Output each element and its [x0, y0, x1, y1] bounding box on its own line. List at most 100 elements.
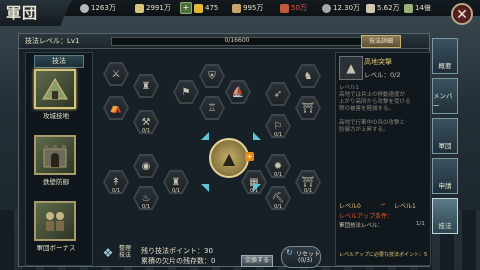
horse-icon — [366, 3, 375, 13]
requirement-label: 軍団技法レベル： — [339, 223, 384, 229]
skill-tree: ⚔ ♜ ⛺ ⚒ 0/1 ⚑ ⛨ ♖ ⛵ ➶ ♞ ⛩ ⚐ 0/1 ◉ ↟ 0/1 ♨ 0/… — [95, 52, 335, 248]
drum-icon: ◉ — [135, 156, 157, 176]
resource-gear: 12.30万 — [322, 2, 360, 14]
skill-node[interactable]: ✹ 0/1 — [265, 154, 291, 178]
skill-node[interactable]: ⛏ 0/1 — [265, 186, 291, 210]
points-needed: レベルアップに必要な技法ポイント：5 — [339, 252, 428, 258]
resource-gold: + 475 — [180, 2, 218, 14]
category-item-bonus[interactable]: 軍団ボーナス — [34, 201, 78, 252]
organize-skill-label: 整理 技法 — [119, 245, 132, 259]
category-name: 攻城技地 — [43, 112, 69, 120]
skill-node[interactable]: ♖ — [199, 96, 225, 120]
sword-icon: ⚔ — [105, 64, 127, 84]
skill-node[interactable]: ♞ — [295, 64, 321, 88]
skill-detail-panel: ▲ 高地突撃 レベル：0/2 レベル1 高地では兵士の移動速度が 上がり高所から… — [335, 52, 431, 266]
selected-skill-node[interactable]: ▲ — [209, 138, 249, 178]
levelup-condition-label: レベルアップ条件： — [339, 213, 394, 220]
rice-bag-icon — [135, 3, 144, 13]
resource-value: 12.30万 — [333, 4, 361, 12]
resource-value: 2991万 — [146, 4, 171, 12]
gold-ingot-icon — [194, 3, 203, 13]
resource-value: 14億 — [415, 4, 431, 12]
horse-icon: ♞ — [297, 66, 319, 86]
side-tab-bar: 概要 メンバー 軍団 申請 技法 — [432, 38, 460, 238]
add-gold-button[interactable]: + — [180, 2, 192, 14]
resource-value: 995万 — [243, 4, 264, 12]
exchange-button[interactable]: 交換する — [241, 255, 273, 267]
add-point-button[interactable]: + — [245, 152, 254, 161]
resource-leaf: 14億 — [404, 2, 431, 14]
node-count: 0/1 — [141, 128, 151, 134]
resource-soldiers: 50万 — [280, 2, 307, 14]
skill-node[interactable]: ♜ 0/1 — [163, 170, 189, 194]
fortress-icon: ♖ — [201, 98, 223, 118]
node-count: 0/1 — [273, 172, 283, 178]
detail-level-to: レベル1 — [394, 203, 416, 210]
skill-node[interactable]: ⛩ — [295, 96, 321, 120]
skill-node[interactable]: ⚒ 0/1 — [133, 110, 159, 134]
node-count: 0/1 — [171, 188, 181, 194]
node-count: 0/1 — [303, 188, 313, 194]
detail-level-from: レベル0 — [339, 203, 361, 210]
resource-wine: 995万 — [232, 2, 263, 14]
skill-node[interactable]: ⛨ — [199, 64, 225, 88]
skill-node[interactable]: ⛵ — [225, 80, 251, 104]
node-count: 0/1 — [273, 132, 283, 138]
reset-count: (0/3) — [298, 257, 313, 264]
selector-corner — [201, 132, 209, 140]
detail-level: レベル：0/2 — [364, 71, 401, 79]
skill-node[interactable]: ↟ 0/1 — [103, 170, 129, 194]
skill-node[interactable]: ⛩ 0/1 — [295, 170, 321, 194]
resource-rice: 2991万 — [135, 2, 171, 14]
close-button[interactable]: ✕ — [451, 3, 473, 25]
tab-skill[interactable]: 技法 — [34, 55, 84, 68]
resource-value: 50万 — [291, 4, 307, 12]
category-name: 鉄壁防御 — [43, 178, 69, 186]
skill-node[interactable]: ♨ 0/1 — [133, 186, 159, 210]
skill-panel: 技法レベル：Lv1 0/16600 技法詳細 技法 攻城技地 鉄壁防御 軍団ボー… — [18, 33, 431, 268]
node-count: 0/1 — [273, 204, 283, 210]
leaf-icon — [404, 3, 413, 13]
resource-value: 5.62万 — [377, 4, 400, 12]
category-item-siege[interactable]: 攻城技地 — [34, 69, 78, 120]
skill-node[interactable]: ♜ — [133, 74, 159, 98]
category-name: 軍団ボーナス — [36, 244, 76, 252]
requirement-value: 1/1 — [416, 221, 425, 227]
siege-icon — [34, 69, 76, 109]
skill-level-label: 技法レベル：Lv1 — [25, 37, 80, 45]
skill-detail-button[interactable]: 技法詳細 — [361, 35, 401, 48]
category-item-defense[interactable]: 鉄壁防御 — [34, 135, 78, 186]
tab-skill-side[interactable]: 技法 — [432, 198, 458, 234]
shield-icon: ⛨ — [201, 66, 223, 86]
tab-members[interactable]: メンバー — [432, 78, 458, 114]
tab-apply[interactable]: 申請 — [432, 158, 458, 194]
skill-header: 技法レベル：Lv1 0/16600 技法詳細 — [19, 34, 429, 49]
skill-node[interactable]: ⚔ — [103, 62, 129, 86]
skill-node[interactable]: ➶ — [265, 82, 291, 106]
silver-coin-icon — [80, 3, 89, 13]
skill-node[interactable]: ⛺ — [103, 96, 129, 120]
reset-button[interactable]: ↻ リセット (0/3) — [281, 246, 321, 268]
selector-corner — [253, 132, 261, 140]
skill-node[interactable]: ⚐ 0/1 — [265, 114, 291, 138]
archer-icon: ➶ — [267, 84, 289, 104]
skill-node[interactable]: ⚑ — [173, 80, 199, 104]
organize-skill-icon[interactable]: ❖ — [97, 246, 119, 266]
arrow-right-icon: → — [380, 201, 386, 208]
fragment-count: 累積の欠片の残存数：0 — [141, 257, 216, 265]
tab-legion[interactable]: 軍団 — [432, 118, 458, 154]
detail-description: レベル1 高地では兵士の移動速度が 上がり高所から攻撃を受ける 際の被害を軽減す… — [339, 85, 411, 133]
mountain-icon: ▲ — [222, 148, 236, 168]
resource-horse: 5.62万 — [366, 2, 400, 14]
gate-icon — [34, 135, 76, 175]
ship-icon: ⛵ — [227, 82, 249, 102]
skill-node[interactable]: ◉ — [133, 154, 159, 178]
resource-value: 475 — [205, 4, 219, 12]
selector-corner — [201, 184, 209, 192]
detail-title: 高地突撃 — [364, 58, 392, 66]
resource-value: 1263万 — [91, 4, 116, 12]
gear-icon — [322, 3, 331, 13]
category-list: 技法 攻城技地 鉄壁防御 軍団ボーナス — [25, 52, 93, 266]
tab-overview[interactable]: 概要 — [432, 38, 458, 74]
title-plate: 軍団 — [0, 0, 71, 26]
